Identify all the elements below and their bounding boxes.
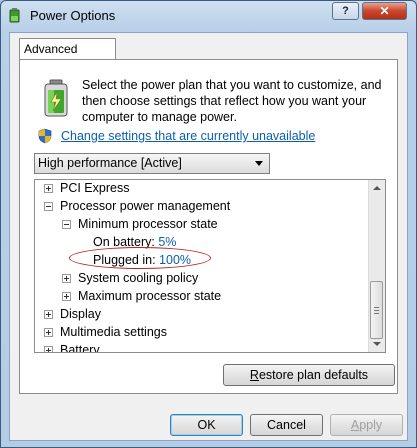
instruction-text: Select the power plan that you want to c… (82, 78, 382, 124)
expand-plus-icon[interactable] (62, 274, 71, 283)
tree-item-multimedia-settings[interactable]: Multimedia settings (44, 323, 167, 341)
grip-line (374, 310, 379, 311)
tree-item-battery[interactable]: Battery (44, 341, 100, 353)
battery-icon (40, 78, 72, 118)
restore-accelerator: R (249, 368, 259, 382)
expand-plus-icon[interactable] (44, 328, 53, 337)
tree-item-label: PCI Express (60, 181, 130, 195)
annotation-ellipse (69, 247, 211, 269)
grip-line (374, 307, 379, 308)
title-bar[interactable]: Power Options ? ✕ (1, 1, 416, 31)
grip-line (374, 313, 379, 314)
close-button[interactable]: ✕ (362, 2, 407, 20)
ok-button[interactable]: OK (170, 414, 243, 436)
tree-item-system-cooling-policy[interactable]: System cooling policy (62, 269, 198, 287)
expand-plus-icon[interactable] (44, 184, 53, 193)
tree-item-label: Battery (60, 343, 100, 353)
apply-label: pply (359, 418, 383, 432)
expand-plus-icon[interactable] (44, 310, 53, 319)
scrollbar-thumb[interactable] (370, 281, 383, 339)
apply-button[interactable]: Apply (330, 414, 403, 436)
tree-item-label: System cooling policy (78, 271, 199, 285)
uac-shield-icon (38, 128, 52, 144)
help-button[interactable]: ? (332, 2, 359, 20)
tree-item-label: Minimum processor state (78, 217, 218, 231)
advanced-settings-panel: Select the power plan that you want to c… (19, 59, 398, 394)
settings-tree[interactable]: PCI Express Processor power management M… (34, 179, 386, 353)
cancel-button[interactable]: Cancel (250, 414, 323, 436)
tree-item-maximum-processor-state[interactable]: Maximum processor state (62, 287, 221, 305)
collapse-minus-icon[interactable] (44, 202, 53, 211)
expand-plus-icon[interactable] (44, 346, 53, 352)
tree-item-label: Maximum processor state (78, 289, 222, 303)
power-plan-selected: High performance [Active] (38, 156, 182, 170)
tree-item-processor-power-management[interactable]: Processor power management (44, 197, 230, 215)
restore-plan-defaults-button[interactable]: Restore plan defaults (223, 364, 395, 386)
tree-item-label: Processor power management (60, 199, 231, 213)
scroll-up-arrow-icon[interactable] (373, 186, 381, 190)
tab-advanced-settings[interactable]: Advanced settings (19, 38, 116, 76)
power-options-icon (8, 7, 22, 23)
restore-label: estore plan defaults (258, 368, 369, 382)
collapse-minus-icon[interactable] (62, 220, 71, 229)
apply-accelerator: A (350, 418, 360, 432)
power-plan-dropdown[interactable]: High performance [Active] (34, 153, 270, 174)
tree-scrollbar[interactable] (368, 180, 385, 352)
change-settings-link[interactable]: Change settings that are currently unava… (61, 129, 315, 143)
chevron-down-icon (255, 161, 263, 166)
scroll-down-arrow-icon[interactable] (373, 342, 381, 346)
tree-item-display[interactable]: Display (44, 305, 101, 323)
tree-item-pci-express[interactable]: PCI Express (44, 180, 130, 197)
tree-item-label: Display (60, 307, 101, 321)
dialog-body: Advanced settings Select the power plan … (9, 32, 408, 441)
window-title: Power Options (30, 8, 116, 23)
tree-item-minimum-processor-state[interactable]: Minimum processor state (62, 215, 218, 233)
power-options-window: Power Options ? ✕ Advanced settings Sele… (0, 0, 417, 448)
tree-item-label: Multimedia settings (60, 325, 167, 339)
expand-plus-icon[interactable] (62, 292, 71, 301)
